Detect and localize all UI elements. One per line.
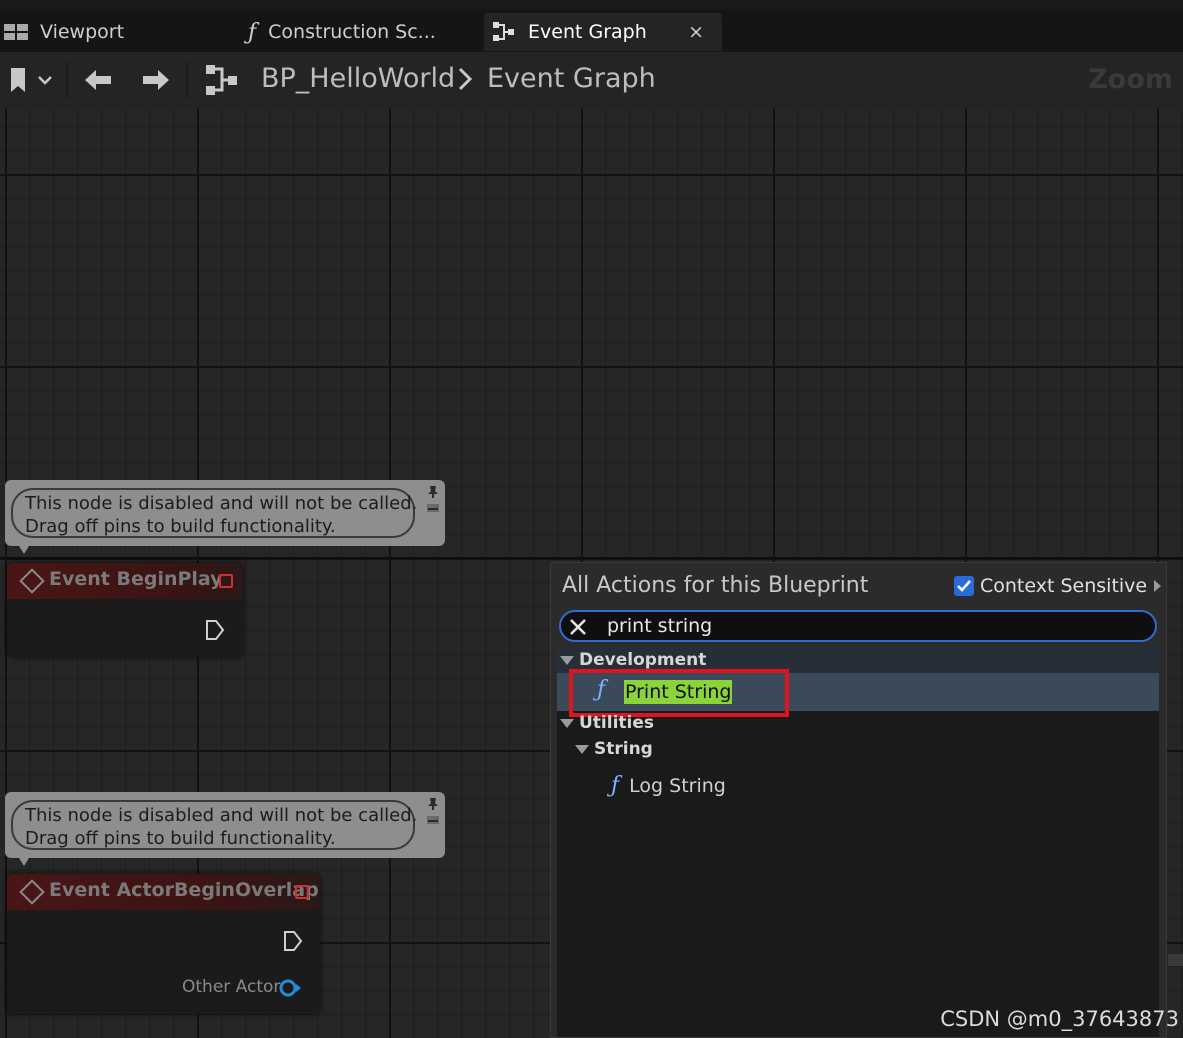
comment-text-box: This node is disabled and will not be ca… [11, 800, 418, 850]
comment-tail [19, 858, 29, 866]
category-label: Development [579, 650, 707, 670]
pin-comment-icon[interactable] [425, 484, 441, 518]
event-graph-crumb-icon [204, 64, 240, 96]
document-tab-bar: Viewport ƒ Construction Sc... Event Grap… [0, 0, 1183, 52]
category-string[interactable]: String [575, 739, 653, 759]
expand-triangle-icon [560, 718, 574, 728]
context-sensitive-label: Context Sensitive [980, 575, 1148, 597]
toolbar-separator [186, 62, 188, 98]
comment-line-2: Drag off pins to build functionality. [25, 828, 336, 849]
tab-event-graph[interactable]: Event Graph × [484, 13, 722, 51]
context-sensitive-checkbox[interactable] [954, 576, 974, 596]
action-search-input[interactable] [607, 614, 1127, 638]
tab-viewport-label: Viewport [40, 21, 125, 43]
action-tree: Development ƒ Print String Utilities Str… [557, 647, 1159, 1037]
graph-major-line [0, 557, 1183, 559]
comment-tail [19, 546, 29, 554]
function-icon: ƒ [248, 19, 257, 45]
other-actor-pin-label: Other Actor [182, 977, 281, 997]
clear-search-icon[interactable] [567, 616, 589, 638]
disabled-node-comment: This node is disabled and will not be ca… [5, 480, 445, 554]
category-utilities[interactable]: Utilities [560, 713, 654, 733]
graph-scrollbar-thumb[interactable] [1168, 954, 1183, 966]
node-title: Event ActorBeginOverlap [49, 879, 319, 901]
back-button[interactable] [82, 66, 114, 94]
node-title: Event BeginPlay [49, 568, 223, 590]
viewport-grid-icon [4, 24, 28, 40]
tab-viewport[interactable]: Viewport [4, 13, 234, 51]
object-pin-icon[interactable] [278, 978, 302, 998]
chevron-right-icon[interactable] [1154, 580, 1162, 592]
action-search-box [559, 610, 1157, 642]
category-label: Utilities [579, 713, 655, 733]
breadcrumb-blueprint[interactable]: BP_HelloWorld [261, 63, 455, 94]
arrow-left-icon [85, 70, 111, 90]
zoom-indicator: Zoom [1088, 64, 1173, 95]
action-item-label: Log String [629, 774, 726, 797]
forward-button[interactable] [140, 66, 172, 94]
expand-triangle-icon [575, 744, 589, 754]
toolbar-separator [66, 62, 68, 98]
event-actorbeginoverlap-node[interactable]: Event ActorBeginOverlap Other Actor [7, 874, 320, 1014]
function-icon: ƒ [611, 773, 620, 798]
context-sensitive-toggle[interactable]: Context Sensitive [954, 575, 1162, 597]
event-beginplay-node[interactable]: Event BeginPlay [7, 563, 243, 657]
action-menu-popup: All Actions for this Blueprint Context S… [550, 562, 1167, 1038]
bookmark-dropdown-button[interactable] [6, 66, 54, 94]
delegate-pin-icon[interactable] [295, 885, 309, 899]
breadcrumb-chevron-icon [456, 66, 474, 96]
comment-line-2: Drag off pins to build functionality. [25, 516, 336, 537]
action-menu-title: All Actions for this Blueprint [562, 573, 869, 598]
comment-text-box: This node is disabled and will not be ca… [11, 488, 418, 538]
category-label: String [594, 739, 653, 759]
arrow-right-icon [143, 70, 169, 90]
graph-toolbar: BP_HelloWorld Event Graph Zoom [0, 52, 1183, 108]
exec-output-pin-icon[interactable] [205, 619, 225, 641]
bookmark-icon [11, 68, 52, 92]
highlight-annotation-box [569, 669, 789, 717]
action-item-log-string[interactable]: ƒ Log String [611, 773, 726, 798]
comment-line-1: This node is disabled and will not be ca… [25, 805, 418, 826]
breadcrumb-graph: Event Graph [487, 63, 656, 94]
event-graph-icon [492, 21, 516, 43]
comment-line-1: This node is disabled and will not be ca… [25, 493, 418, 514]
disabled-node-comment: This node is disabled and will not be ca… [5, 792, 445, 866]
tab-event-graph-label: Event Graph [528, 21, 647, 43]
tab-bar-top-strip [0, 0, 1183, 9]
close-tab-icon[interactable]: × [688, 21, 704, 43]
tab-construction-script[interactable]: ƒ Construction Sc... [248, 13, 478, 51]
checkmark-icon [957, 580, 971, 592]
pin-comment-icon[interactable] [425, 796, 441, 830]
watermark-text: CSDN @m0_37643873 [940, 1007, 1179, 1031]
exec-output-pin-icon[interactable] [283, 930, 303, 952]
tab-construction-label: Construction Sc... [268, 21, 436, 43]
expand-triangle-icon [560, 655, 574, 665]
delegate-pin-icon[interactable] [219, 574, 233, 588]
